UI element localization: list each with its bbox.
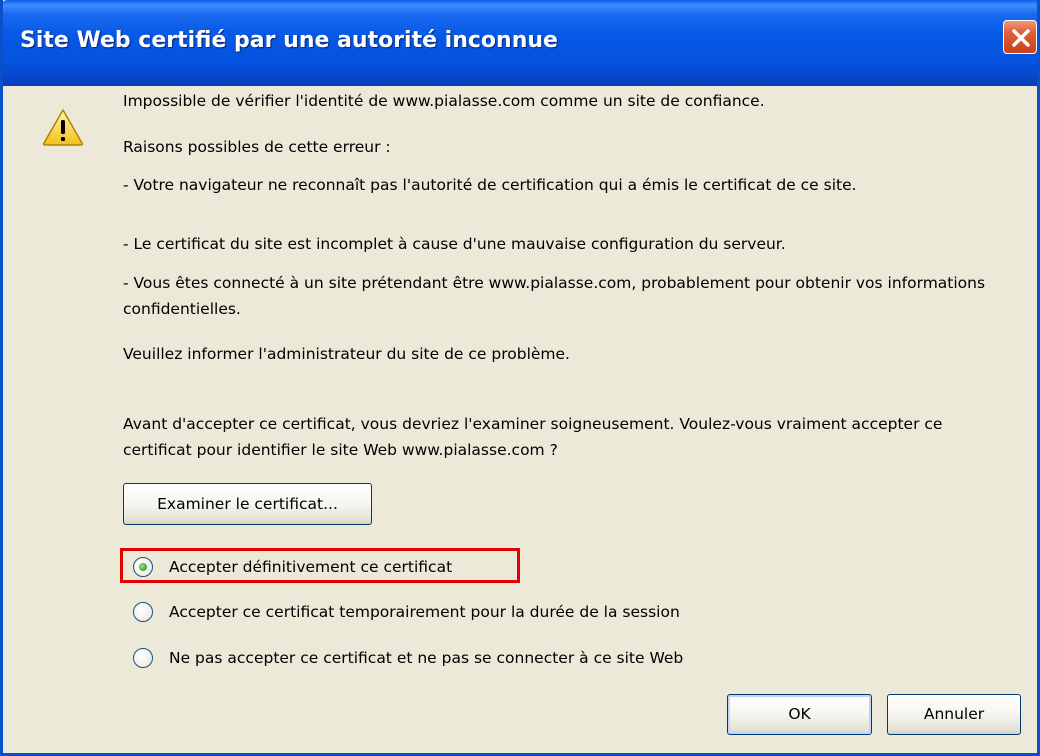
accept-question-text: Avant d'accepter ce certificat, vous dev… [123,415,943,459]
reason-unknown-authority: - Votre navigateur ne reconnaît pas l'au… [123,176,857,194]
reasons-heading: Raisons possibles de cette erreur : [123,138,391,156]
ok-button[interactable]: OK [727,694,872,735]
warning-icon [42,109,84,146]
identity-message: Impossible de vérifier l'identité de www… [123,92,765,110]
inform-admin-text: Veuillez informer l'administrateur du si… [123,345,570,363]
radio-label-reject[interactable]: Ne pas accepter ce certificat et ne pas … [169,644,683,672]
close-icon [1012,29,1030,47]
radio-button[interactable] [133,602,153,622]
radio-selected-dot [139,563,147,571]
examine-certificate-button[interactable]: Examiner le certificat... [123,483,372,525]
reason-impersonation: - Vous êtes connecté à un site prétendan… [123,274,986,318]
radio-button[interactable] [133,648,153,668]
close-button[interactable] [1003,20,1037,54]
dialog-window: Site Web certifié par une autorité incon… [0,0,1040,756]
dialog-content: Impossible de vérifier l'identité de www… [3,86,1037,753]
radio-button-selected[interactable] [133,557,153,577]
radio-label-permanent[interactable]: Accepter définitivement ce certificat [169,553,452,581]
radio-label-temporary[interactable]: Accepter ce certificat temporairement po… [169,598,680,626]
title-bar[interactable]: Site Web certifié par une autorité incon… [3,0,1037,86]
reason-incomplete-certificate: - Le certificat du site est incomplet à … [123,235,786,253]
window-title: Site Web certifié par une autorité incon… [20,28,558,53]
cancel-button[interactable]: Annuler [887,694,1021,735]
